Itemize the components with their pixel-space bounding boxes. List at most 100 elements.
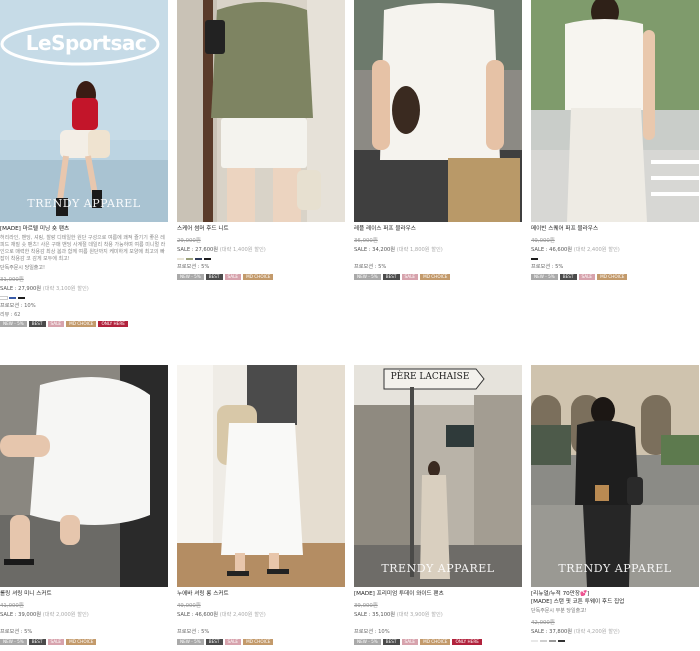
- badge-sale: SALE: [578, 274, 596, 280]
- badge-md: MD CHOICE: [420, 274, 451, 280]
- product-description: 허리라인, 밴딩, 셔링, 찰랑 디테일한 원단 구성으로 여름에 쾌적 즐기기…: [0, 235, 166, 262]
- badge-new: NEW - 5%: [0, 321, 27, 327]
- original-price: 42,000원: [531, 620, 555, 626]
- badge-sale: SALE: [224, 274, 242, 280]
- product-image[interactable]: PÈRE LACHAISE TRENDY APPAREL: [354, 365, 522, 587]
- sale-price: SALE : 37,800원 (대략 4,200원 할인): [531, 629, 620, 635]
- promotion-label: 프로모션 : 5%: [177, 629, 210, 635]
- product-name[interactable]: 메이빈 스퀘어 퍼프 블라우스: [531, 225, 699, 233]
- color-swatch[interactable]: [18, 297, 25, 299]
- badge-sale: SALE: [47, 321, 65, 327]
- promotion-label: 프로모션 : 5%: [0, 629, 33, 635]
- product-name[interactable]: 누에바 셔링 롱 스커트: [177, 590, 345, 598]
- color-swatch[interactable]: [540, 640, 547, 642]
- color-swatches: [177, 257, 345, 261]
- color-swatch[interactable]: [186, 258, 193, 260]
- product-card[interactable]: PÈRE LACHAISE TRENDY APPAREL [MADE] 프리미엄…: [354, 365, 522, 645]
- badge-sale: SALE: [401, 274, 419, 280]
- product-image[interactable]: [354, 0, 522, 222]
- badge-best: BEST: [205, 639, 223, 645]
- badge-new: NEW - 5%: [531, 274, 558, 280]
- original-price: 36,000원: [354, 238, 378, 244]
- badge-md: MD CHOICE: [66, 639, 97, 645]
- product-badges: NEW - 5% BEST SALE MD CHOICE: [531, 274, 699, 280]
- product-card[interactable]: 스케어 썸머 후드 니트 29,000원 SALE : 27,600원 (대략 …: [177, 0, 345, 280]
- color-swatch[interactable]: [0, 296, 8, 300]
- product-name[interactable]: [리뉴얼/누적 70만장💕]: [531, 590, 699, 598]
- promotion-label: 프로모션 : 10%: [0, 303, 36, 309]
- color-swatch[interactable]: [549, 640, 556, 642]
- product-image[interactable]: [177, 365, 345, 587]
- product-name[interactable]: 롤링 셔링 미니 스커트: [0, 590, 168, 598]
- promotion-label: 프로모션 : 5%: [354, 264, 387, 270]
- badge-new: NEW - 5%: [354, 639, 381, 645]
- color-swatch[interactable]: [195, 258, 202, 260]
- original-price: 31,000원: [0, 277, 24, 283]
- original-price: 49,000원: [177, 603, 201, 609]
- sale-price: SALE : 35,100원 (대략 3,900원 할인): [354, 612, 443, 618]
- product-badges: NEW - 5% BEST SALE MD CHOICE: [177, 639, 345, 645]
- product-name[interactable]: 레플 레이스 퍼프 블라우스: [354, 225, 522, 233]
- product-card[interactable]: 메이빈 스퀘어 퍼프 블라우스 49,000원 SALE : 46,600원 (…: [531, 0, 699, 280]
- badge-sale: SALE: [47, 639, 65, 645]
- promotion-label: 프로모션 : 5%: [177, 264, 210, 270]
- badge-md: MD CHOICE: [243, 274, 274, 280]
- product-badges: NEW - 5% BEST SALE MD CHOICE ONLY HERE: [354, 639, 522, 645]
- product-card[interactable]: 롤링 셔링 미니 스커트 41,000원 SALE : 39,000원 (대략 …: [0, 365, 168, 645]
- badge-only: ONLY HERE: [452, 639, 482, 645]
- product-image[interactable]: [177, 0, 345, 222]
- product-card[interactable]: 레플 레이스 퍼프 블라우스 36,000원 SALE : 34,200원 (대…: [354, 0, 522, 280]
- original-price: 29,000원: [177, 238, 201, 244]
- badge-new: NEW - 5%: [177, 274, 204, 280]
- product-image[interactable]: [531, 0, 699, 222]
- product-name-line-2[interactable]: [MADE] 스탠 핏 코튼 투웨이 후드 집업: [531, 598, 699, 606]
- product-card[interactable]: LeSportsac TRENDY APPAREL [MADE] 마르텔 미닝 …: [0, 0, 168, 327]
- badge-md: MD CHOICE: [420, 639, 451, 645]
- badge-only: ONLY HERE: [98, 321, 128, 327]
- badge-md: MD CHOICE: [597, 274, 628, 280]
- promotion-label: 프로모션 : 10%: [354, 629, 390, 635]
- color-swatches: [0, 296, 168, 300]
- badge-sale: SALE: [401, 639, 419, 645]
- store-sign: LeSportsac: [25, 31, 147, 55]
- color-swatch[interactable]: [177, 258, 184, 260]
- product-card[interactable]: TRENDY APPAREL [리뉴얼/누적 70만장💕] [MADE] 스탠 …: [531, 365, 699, 645]
- badge-best: BEST: [382, 274, 400, 280]
- product-card[interactable]: 누에바 셔링 롱 스커트 49,000원 SALE : 46,600원 (대략 …: [177, 365, 345, 645]
- color-swatch[interactable]: [204, 258, 211, 260]
- sale-price: SALE : 27,900원 (대략 3,100원 할인): [0, 286, 89, 292]
- color-swatches: [177, 622, 345, 626]
- product-image[interactable]: TRENDY APPAREL: [531, 365, 699, 587]
- badge-new: NEW - 5%: [0, 639, 27, 645]
- color-swatches: [354, 257, 522, 261]
- sale-price: SALE : 46,600원 (대략 2,400원 할인): [531, 247, 620, 253]
- color-swatches: [531, 639, 699, 643]
- product-name[interactable]: [MADE] 프리미엄 투데이 와이드 팬츠: [354, 590, 522, 598]
- image-watermark: TRENDY APPAREL: [27, 197, 141, 210]
- color-swatches: [531, 257, 699, 261]
- product-image[interactable]: [0, 365, 168, 587]
- sale-price: SALE : 27,600원 (대략 1,400원 할인): [177, 247, 266, 253]
- product-badges: NEW - 5% BEST SALE MD CHOICE: [0, 639, 168, 645]
- product-note: 단독주문시 당일출고!: [0, 265, 45, 271]
- badge-best: BEST: [559, 274, 577, 280]
- sale-price: SALE : 34,200원 (대략 1,800원 할인): [354, 247, 443, 253]
- color-swatches: [0, 622, 168, 626]
- color-swatch[interactable]: [558, 640, 565, 642]
- product-name[interactable]: 스케어 썸머 후드 니트: [177, 225, 345, 233]
- product-name[interactable]: [MADE] 마르텔 미닝 숏 팬츠: [0, 225, 168, 233]
- original-price: 39,000원: [354, 603, 378, 609]
- color-swatch[interactable]: [531, 258, 538, 260]
- color-swatch[interactable]: [9, 297, 16, 299]
- product-grid: LeSportsac TRENDY APPAREL [MADE] 마르텔 미닝 …: [0, 0, 700, 651]
- product-image[interactable]: LeSportsac TRENDY APPAREL: [0, 0, 168, 222]
- badge-best: BEST: [205, 274, 223, 280]
- badge-best: BEST: [28, 639, 46, 645]
- color-swatch[interactable]: [531, 640, 538, 642]
- product-badges: NEW - 5% BEST SALE MD CHOICE: [354, 274, 522, 280]
- badge-new: NEW - 5%: [354, 274, 381, 280]
- sale-price: SALE : 46,600원 (대략 2,400원 할인): [177, 612, 266, 618]
- original-price: 41,000원: [0, 603, 24, 609]
- badge-md: MD CHOICE: [66, 321, 97, 327]
- badge-md: MD CHOICE: [243, 639, 274, 645]
